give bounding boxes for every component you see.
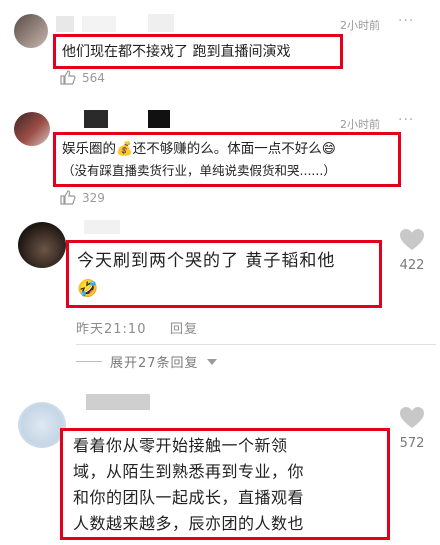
like-button[interactable]: 572	[394, 406, 430, 451]
heart-icon	[400, 229, 424, 250]
comment-text-line: 人数越来越多，辰亦团的人数也	[73, 514, 305, 533]
username-redacted[interactable]	[82, 16, 116, 32]
like-button[interactable]: 564	[60, 70, 105, 85]
laughing-emoji: 🤣	[77, 279, 100, 299]
username-redacted[interactable]	[148, 14, 174, 32]
comment-text-line: （没有踩直播卖货行业，单纯说卖假货和哭......）	[62, 163, 336, 178]
thumbs-up-icon	[60, 70, 76, 85]
comment-text-line: 域，从陌生到熟悉再到专业，你	[73, 462, 305, 481]
comment-text-line: 看着你从零开始接触一个新领	[73, 436, 288, 455]
avatar[interactable]	[18, 402, 66, 448]
like-count: 564	[82, 70, 105, 85]
comment-text-line: 今天刷到两个哭的了 黄子韬和他	[77, 251, 336, 271]
comment-time: 2小时前	[340, 19, 380, 32]
comment-text-line: 娱乐圈的💰还不够赚的么。体面一点不好么😄	[62, 141, 336, 157]
expand-replies-label: 展开27条回复	[110, 356, 199, 371]
comment-text-box: 看着你从零开始接触一个新领 域，从陌生到熟悉再到专业，你 和你的团队一起成长，直…	[60, 428, 390, 540]
comment-text-line: 和你的团队一起成长，直播观看	[73, 488, 305, 507]
like-button[interactable]: 329	[60, 190, 105, 205]
expand-replies-button[interactable]: 展开27条回复	[76, 352, 217, 371]
dash-divider	[76, 361, 102, 362]
like-button[interactable]: 422	[394, 228, 430, 273]
like-count: 422	[399, 258, 425, 273]
like-count: 329	[82, 190, 105, 205]
reply-button[interactable]: 回复	[170, 318, 198, 337]
like-count: 572	[399, 436, 425, 451]
username-redacted[interactable]	[84, 220, 120, 234]
divider	[76, 344, 436, 345]
comment-text: 他们现在都不接戏了 跑到直播间演戏	[62, 44, 291, 60]
heart-icon	[400, 407, 424, 428]
comment-text-box: 他们现在都不接戏了 跑到直播间演戏	[53, 34, 343, 69]
avatar[interactable]	[14, 112, 50, 146]
comment-text-box: 今天刷到两个哭的了 黄子韬和他 🤣	[66, 240, 382, 308]
username-redacted[interactable]	[56, 16, 74, 32]
comment-timestamp: 昨天21:10	[76, 322, 147, 337]
username-redacted[interactable]	[86, 394, 150, 410]
comment-text-box: 娱乐圈的💰还不够赚的么。体面一点不好么😄 （没有踩直播卖货行业，单纯说卖假货和哭…	[53, 132, 401, 187]
avatar[interactable]	[14, 14, 48, 48]
username-redacted[interactable]	[148, 110, 170, 128]
comment-time: 2小时前	[340, 118, 380, 131]
username-redacted[interactable]	[84, 110, 108, 128]
more-options-icon[interactable]: ···	[398, 112, 414, 128]
chevron-down-icon	[206, 358, 217, 365]
thumbs-up-icon	[60, 190, 76, 205]
more-options-icon[interactable]: ···	[398, 13, 414, 29]
avatar[interactable]	[18, 222, 66, 268]
